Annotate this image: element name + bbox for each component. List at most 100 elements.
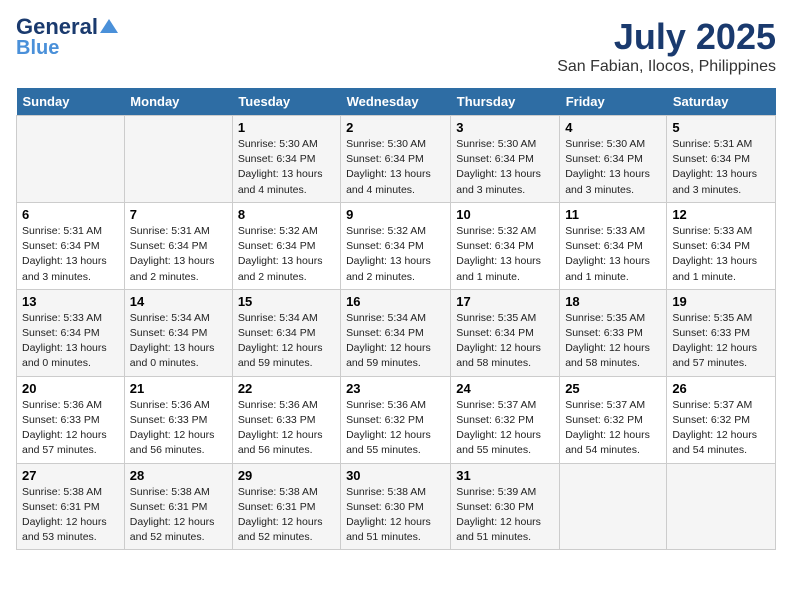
day-number: 18 [565,294,661,309]
day-info: Sunrise: 5:30 AM Sunset: 6:34 PM Dayligh… [346,137,445,198]
day-info: Sunrise: 5:34 AM Sunset: 6:34 PM Dayligh… [238,311,335,372]
day-number: 31 [456,468,554,483]
calendar-cell [667,463,776,550]
day-info: Sunrise: 5:34 AM Sunset: 6:34 PM Dayligh… [346,311,445,372]
day-number: 2 [346,120,445,135]
day-info: Sunrise: 5:34 AM Sunset: 6:34 PM Dayligh… [130,311,227,372]
calendar-cell: 4 Sunrise: 5:30 AM Sunset: 6:34 PM Daylig… [560,116,667,203]
calendar-cell: 28Sunrise: 5:38 AM Sunset: 6:31 PM Dayli… [124,463,232,550]
page-header: General Blue July 2025 San Fabian, Iloco… [16,16,776,76]
calendar-cell: 9 Sunrise: 5:32 AM Sunset: 6:34 PM Daylig… [341,202,451,289]
day-info: Sunrise: 5:35 AM Sunset: 6:33 PM Dayligh… [565,311,661,372]
day-number: 28 [130,468,227,483]
calendar-cell: 21 Sunrise: 5:36 AM Sunset: 6:33 PM Dayli… [124,376,232,463]
weekday-header-tuesday: Tuesday [232,88,340,116]
day-info: Sunrise: 5:30 AM Sunset: 6:34 PM Dayligh… [238,137,335,198]
title-block: July 2025 San Fabian, Ilocos, Philippine… [557,16,776,76]
calendar-cell: 14 Sunrise: 5:34 AM Sunset: 6:34 PM Dayli… [124,289,232,376]
day-info: Sunrise: 5:35 AM Sunset: 6:34 PM Dayligh… [456,311,554,372]
calendar-cell [560,463,667,550]
week-row-2: 6 Sunrise: 5:31 AM Sunset: 6:34 PM Daylig… [17,202,776,289]
week-row-4: 20Sunrise: 5:36 AM Sunset: 6:33 PM Dayli… [17,376,776,463]
day-number: 3 [456,120,554,135]
day-info: Sunrise: 5:31 AM Sunset: 6:34 PM Dayligh… [130,224,227,285]
calendar-cell: 30Sunrise: 5:38 AM Sunset: 6:30 PM Dayli… [341,463,451,550]
day-info: Sunrise: 5:36 AM Sunset: 6:33 PM Dayligh… [238,398,335,459]
week-row-5: 27 Sunrise: 5:38 AM Sunset: 6:31 PM Dayli… [17,463,776,550]
day-info: Sunrise: 5:33 AM Sunset: 6:34 PM Dayligh… [22,311,119,372]
calendar-cell: 1 Sunrise: 5:30 AM Sunset: 6:34 PM Daylig… [232,116,340,203]
day-number: 22 [238,381,335,396]
calendar-cell: 6 Sunrise: 5:31 AM Sunset: 6:34 PM Daylig… [17,202,125,289]
month-year: July 2025 [557,16,776,58]
day-info: Sunrise: 5:30 AM Sunset: 6:34 PM Dayligh… [565,137,661,198]
day-number: 10 [456,207,554,222]
day-number: 26 [672,381,770,396]
calendar-cell: 23Sunrise: 5:36 AM Sunset: 6:32 PM Dayli… [341,376,451,463]
day-number: 27 [22,468,119,483]
day-info: Sunrise: 5:37 AM Sunset: 6:32 PM Dayligh… [456,398,554,459]
day-number: 5 [672,120,770,135]
day-info: Sunrise: 5:39 AM Sunset: 6:30 PM Dayligh… [456,485,554,546]
calendar-cell: 2 Sunrise: 5:30 AM Sunset: 6:34 PM Daylig… [341,116,451,203]
calendar-cell: 24 Sunrise: 5:37 AM Sunset: 6:32 PM Dayli… [451,376,560,463]
calendar-cell [124,116,232,203]
week-row-3: 13 Sunrise: 5:33 AM Sunset: 6:34 PM Dayli… [17,289,776,376]
location: San Fabian, Ilocos, Philippines [557,58,776,76]
calendar-cell: 26Sunrise: 5:37 AM Sunset: 6:32 PM Dayli… [667,376,776,463]
day-info: Sunrise: 5:32 AM Sunset: 6:34 PM Dayligh… [238,224,335,285]
logo: General Blue [16,16,118,58]
calendar-cell: 20Sunrise: 5:36 AM Sunset: 6:33 PM Dayli… [17,376,125,463]
day-number: 23 [346,381,445,396]
day-info: Sunrise: 5:31 AM Sunset: 6:34 PM Dayligh… [22,224,119,285]
day-info: Sunrise: 5:33 AM Sunset: 6:34 PM Dayligh… [672,224,770,285]
week-row-1: 1 Sunrise: 5:30 AM Sunset: 6:34 PM Daylig… [17,116,776,203]
logo-blue: Blue [16,38,59,58]
day-number: 24 [456,381,554,396]
day-number: 1 [238,120,335,135]
day-number: 25 [565,381,661,396]
day-info: Sunrise: 5:30 AM Sunset: 6:34 PM Dayligh… [456,137,554,198]
calendar-cell: 13 Sunrise: 5:33 AM Sunset: 6:34 PM Dayli… [17,289,125,376]
day-number: 9 [346,207,445,222]
logo-icon [100,17,118,35]
day-number: 13 [22,294,119,309]
day-info: Sunrise: 5:36 AM Sunset: 6:33 PM Dayligh… [22,398,119,459]
day-info: Sunrise: 5:31 AM Sunset: 6:34 PM Dayligh… [672,137,770,198]
day-number: 11 [565,207,661,222]
day-number: 8 [238,207,335,222]
day-info: Sunrise: 5:38 AM Sunset: 6:31 PM Dayligh… [22,485,119,546]
calendar-cell: 12Sunrise: 5:33 AM Sunset: 6:34 PM Dayli… [667,202,776,289]
calendar-cell: 10Sunrise: 5:32 AM Sunset: 6:34 PM Dayli… [451,202,560,289]
day-number: 4 [565,120,661,135]
calendar-cell: 5 Sunrise: 5:31 AM Sunset: 6:34 PM Daylig… [667,116,776,203]
day-number: 19 [672,294,770,309]
day-number: 14 [130,294,227,309]
calendar-cell: 22 Sunrise: 5:36 AM Sunset: 6:33 PM Dayli… [232,376,340,463]
weekday-header-wednesday: Wednesday [341,88,451,116]
day-info: Sunrise: 5:35 AM Sunset: 6:33 PM Dayligh… [672,311,770,372]
calendar-cell: 16 Sunrise: 5:34 AM Sunset: 6:34 PM Dayli… [341,289,451,376]
day-number: 6 [22,207,119,222]
day-info: Sunrise: 5:37 AM Sunset: 6:32 PM Dayligh… [565,398,661,459]
weekday-header-sunday: Sunday [17,88,125,116]
calendar-cell: 29Sunrise: 5:38 AM Sunset: 6:31 PM Dayli… [232,463,340,550]
day-number: 30 [346,468,445,483]
day-number: 7 [130,207,227,222]
weekday-header-friday: Friday [560,88,667,116]
day-info: Sunrise: 5:38 AM Sunset: 6:31 PM Dayligh… [238,485,335,546]
calendar-cell: 15 Sunrise: 5:34 AM Sunset: 6:34 PM Dayli… [232,289,340,376]
day-info: Sunrise: 5:33 AM Sunset: 6:34 PM Dayligh… [565,224,661,285]
calendar-cell [17,116,125,203]
day-number: 17 [456,294,554,309]
day-number: 15 [238,294,335,309]
day-info: Sunrise: 5:36 AM Sunset: 6:33 PM Dayligh… [130,398,227,459]
day-number: 21 [130,381,227,396]
calendar-cell: 7 Sunrise: 5:31 AM Sunset: 6:34 PM Daylig… [124,202,232,289]
weekday-header-row: SundayMondayTuesdayWednesdayThursdayFrid… [17,88,776,116]
calendar-cell: 11 Sunrise: 5:33 AM Sunset: 6:34 PM Dayli… [560,202,667,289]
calendar-cell: 3 Sunrise: 5:30 AM Sunset: 6:34 PM Daylig… [451,116,560,203]
day-info: Sunrise: 5:32 AM Sunset: 6:34 PM Dayligh… [346,224,445,285]
day-number: 16 [346,294,445,309]
calendar-cell: 25 Sunrise: 5:37 AM Sunset: 6:32 PM Dayli… [560,376,667,463]
